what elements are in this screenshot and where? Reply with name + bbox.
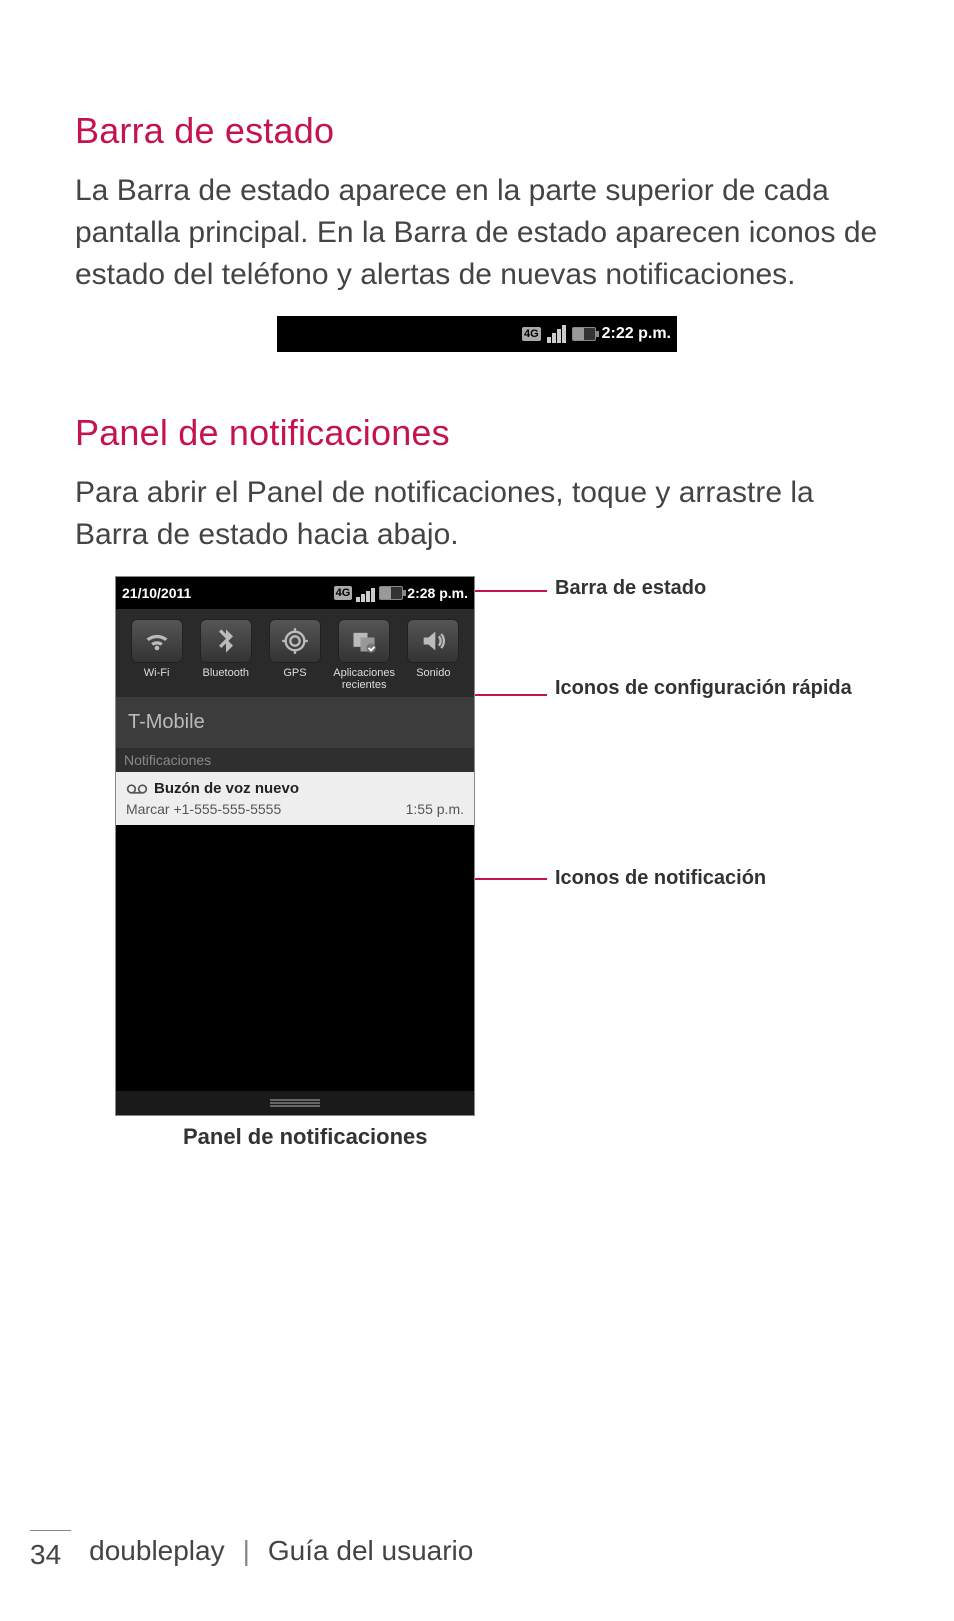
page-number: 34: [30, 1530, 71, 1571]
handle-icon: [270, 1099, 320, 1101]
notification-subtitle: Marcar +1-555-555-5555: [126, 801, 281, 817]
signal-icon: [547, 325, 566, 343]
sound-label: Sonido: [416, 667, 450, 679]
gps-icon: [281, 627, 309, 655]
recent-apps-toggle[interactable]: [338, 619, 390, 663]
bluetooth-toggle[interactable]: [200, 619, 252, 663]
phone-status-bar: 21/10/2011 4G 2:28 p.m.: [116, 577, 474, 609]
callout-notificon: Iconos de notificación: [555, 866, 766, 891]
voicemail-icon: [126, 782, 148, 796]
figure-caption: Panel de notificaciones: [183, 1124, 428, 1150]
callout-statusbar: Barra de estado: [555, 576, 706, 601]
carrier-label: T-Mobile: [116, 697, 474, 748]
page-footer: 34 doubleplay | Guía del usuario: [30, 1530, 879, 1571]
section-paragraph-notifpanel: Para abrir el Panel de notificaciones, t…: [75, 472, 879, 556]
footer-separator: |: [243, 1535, 250, 1567]
fourg-icon: 4G: [522, 327, 541, 341]
wifi-toggle[interactable]: [131, 619, 183, 663]
callout-line: [475, 694, 547, 696]
notifications-header: Notificaciones: [116, 748, 474, 772]
section-paragraph-statusbar: La Barra de estado aparece en la parte s…: [75, 170, 879, 296]
phone-time: 2:28 p.m.: [407, 585, 468, 601]
gps-toggle[interactable]: [269, 619, 321, 663]
phone-signal-icon: [356, 584, 375, 602]
wifi-icon: [143, 627, 171, 655]
battery-icon: [572, 327, 596, 341]
notification-title: Buzón de voz nuevo: [154, 780, 299, 797]
callout-line: [475, 590, 547, 592]
callout-quicksettings: Iconos de configuración rápida: [555, 676, 852, 701]
footer-product: doubleplay: [89, 1535, 224, 1567]
bluetooth-label: Bluetooth: [203, 667, 249, 679]
section-title-notifpanel: Panel de notificaciones: [75, 412, 879, 454]
sound-icon: [419, 627, 447, 655]
phone-date: 21/10/2011: [122, 585, 191, 601]
notification-time: 1:55 p.m.: [406, 801, 464, 817]
section-title-statusbar: Barra de estado: [75, 110, 879, 152]
status-bar-figure: 4G 2:22 p.m.: [277, 316, 677, 352]
bluetooth-icon: [212, 627, 240, 655]
quick-settings-row: Wi-Fi Bluetooth GPS: [116, 609, 474, 697]
callout-line: [475, 878, 547, 880]
recent-apps-label: Aplicaciones recientes: [331, 667, 397, 691]
notification-item[interactable]: Buzón de voz nuevo Marcar +1-555-555-555…: [116, 772, 474, 825]
gps-label: GPS: [283, 667, 306, 679]
phone-fourg-icon: 4G: [334, 586, 353, 600]
statusbar-time: 2:22 p.m.: [602, 325, 671, 343]
phone-screenshot: 21/10/2011 4G 2:28 p.m. Wi-Fi: [115, 576, 475, 1116]
sound-toggle[interactable]: [407, 619, 459, 663]
footer-guide: Guía del usuario: [268, 1535, 473, 1567]
recent-apps-icon: [350, 627, 378, 655]
phone-battery-icon: [379, 586, 403, 600]
panel-handle[interactable]: [116, 1091, 474, 1115]
wifi-label: Wi-Fi: [144, 667, 170, 679]
